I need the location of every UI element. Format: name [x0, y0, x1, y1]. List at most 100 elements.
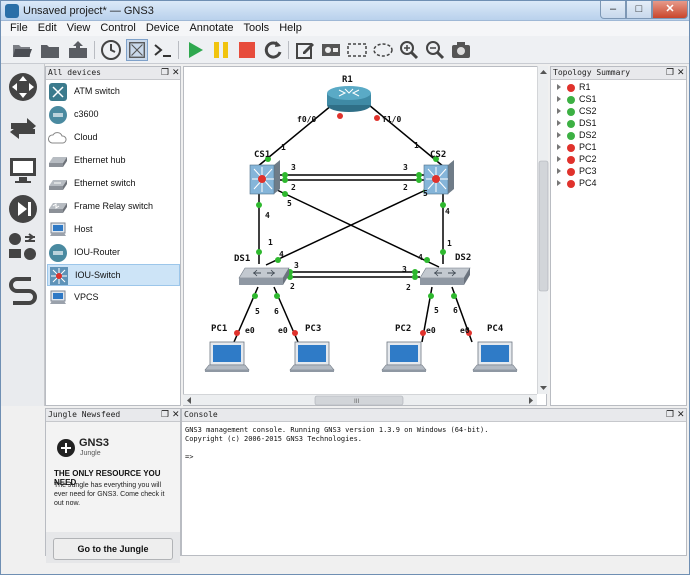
suspend-icon[interactable] [210, 39, 232, 61]
stop-icon[interactable] [236, 39, 258, 61]
image-icon[interactable] [320, 39, 342, 61]
note-icon[interactable] [294, 39, 316, 61]
device-vpcs[interactable]: VPCS [47, 287, 180, 309]
close-panel-icon[interactable]: ✕ [172, 409, 180, 421]
menu-view[interactable]: View [62, 21, 96, 35]
port-label: 4 [418, 253, 423, 262]
all-devices-panel: All devices ❐ ✕ ATM switch c3600 Cloud E… [45, 66, 181, 406]
expand-arrow-icon[interactable] [557, 156, 561, 162]
float-panel-icon[interactable]: ❐ [666, 409, 674, 421]
maximize-button[interactable]: □ [626, 1, 652, 19]
close-panel-icon[interactable]: ✕ [677, 67, 685, 79]
canvas-vertical-scrollbar[interactable] [537, 66, 549, 394]
expand-arrow-icon[interactable] [557, 144, 561, 150]
menu-control[interactable]: Control [95, 21, 140, 35]
add-link-icon[interactable] [7, 274, 39, 306]
status-stopped-icon [567, 84, 575, 92]
port-label: 1 [281, 143, 286, 152]
device-host[interactable]: Host [47, 219, 180, 241]
folder-icon[interactable] [39, 39, 61, 61]
show-interface-labels-icon[interactable] [126, 39, 148, 61]
reload-icon[interactable] [262, 39, 284, 61]
expand-arrow-icon[interactable] [557, 96, 561, 102]
console-icon[interactable] [152, 39, 174, 61]
minimize-button[interactable]: – [600, 1, 626, 19]
status-stopped-icon [567, 156, 575, 164]
node-pc4[interactable] [472, 341, 518, 373]
node-pc3[interactable] [289, 341, 335, 373]
ethernet-hub-icon [49, 157, 67, 167]
node-pc1[interactable] [204, 341, 250, 373]
device-label: IOU-Switch [75, 270, 121, 280]
close-button[interactable]: ✕ [652, 1, 688, 19]
topology-canvas[interactable]: R1 CS1 CS2 DS1 DS2 PC1 PC3 PC2 PC4 f0/0 … [183, 66, 547, 406]
canvas-horizontal-scrollbar[interactable]: III [183, 394, 537, 406]
status-running-icon [567, 96, 575, 104]
node-cs2[interactable] [423, 159, 455, 195]
ellipse-icon[interactable] [372, 39, 394, 61]
node-r1[interactable] [327, 86, 371, 112]
export-icon[interactable] [67, 39, 89, 61]
port-label: 2 [291, 183, 296, 192]
device-ethernet-hub[interactable]: Ethernet hub [47, 150, 180, 172]
node-ds1[interactable] [238, 267, 290, 286]
vpcs-icon [50, 290, 66, 304]
port-label: 3 [291, 163, 296, 172]
folder-open-icon[interactable] [11, 39, 33, 61]
expand-arrow-icon[interactable] [557, 168, 561, 174]
node-ds2[interactable] [419, 267, 471, 286]
switches-icon[interactable] [7, 112, 39, 144]
node-label-ds2: DS2 [455, 253, 471, 263]
device-iou-router[interactable]: IOU-Router [47, 242, 180, 264]
float-panel-icon[interactable]: ❐ [666, 67, 674, 79]
device-ethernet-switch[interactable]: Ethernet switch [47, 173, 180, 195]
console-output[interactable]: GNS3 management console. Running GNS3 ve… [185, 426, 488, 462]
close-panel-icon[interactable]: ✕ [172, 67, 180, 79]
port-label: 4 [445, 207, 450, 216]
go-to-jungle-button[interactable]: Go to the Jungle [53, 538, 173, 560]
screenshot-icon[interactable] [450, 39, 472, 61]
menu-edit[interactable]: Edit [33, 21, 62, 35]
device-frame-relay-switch[interactable]: Frame Relay switch [47, 196, 180, 218]
menu-tools[interactable]: Tools [239, 21, 275, 35]
expand-arrow-icon[interactable] [557, 84, 561, 90]
menu-bar: File Edit View Control Device Annotate Tools He… [1, 21, 689, 36]
topology-item-label: PC2 [579, 154, 597, 164]
close-panel-icon[interactable]: ✕ [677, 409, 685, 421]
console-prompt: => [185, 453, 194, 461]
start-icon[interactable] [184, 39, 206, 61]
device-iou-switch[interactable]: IOU-Switch [47, 264, 180, 286]
jungle-ad-banner[interactable]: GNS3 Jungle THE ONLY RESOURCE YOU NEED T… [46, 422, 180, 532]
security-devices-icon[interactable] [7, 193, 39, 225]
port-label: e0 [245, 326, 255, 335]
zoom-in-icon[interactable] [398, 39, 420, 61]
all-devices-icon[interactable] [7, 231, 39, 263]
menu-device[interactable]: Device [141, 21, 185, 35]
device-atm-switch[interactable]: ATM switch [47, 81, 180, 103]
rectangle-icon[interactable] [346, 39, 368, 61]
expand-arrow-icon[interactable] [557, 180, 561, 186]
link-cs1-ds2[interactable] [276, 189, 440, 268]
menu-help[interactable]: Help [274, 21, 307, 35]
topology-drawing[interactable]: R1 CS1 CS2 DS1 DS2 PC1 PC3 PC2 PC4 f0/0 … [184, 67, 547, 406]
expand-arrow-icon[interactable] [557, 132, 561, 138]
port-label: e0 [460, 326, 470, 335]
main-toolbar [1, 36, 689, 64]
node-cs1[interactable] [249, 159, 281, 195]
device-cloud[interactable]: Cloud [47, 127, 180, 149]
menu-annotate[interactable]: Annotate [184, 21, 238, 35]
expand-arrow-icon[interactable] [557, 108, 561, 114]
menu-file[interactable]: File [1, 21, 33, 35]
zoom-out-icon[interactable] [424, 39, 446, 61]
float-panel-icon[interactable]: ❐ [161, 67, 169, 79]
router-icon [49, 106, 67, 124]
snapshot-clock-icon[interactable] [100, 39, 122, 61]
node-label-cs2: CS2 [430, 150, 446, 160]
device-c3600[interactable]: c3600 [47, 104, 180, 126]
expand-arrow-icon[interactable] [557, 120, 561, 126]
float-panel-icon[interactable]: ❐ [161, 409, 169, 421]
routers-icon[interactable] [7, 71, 39, 103]
node-label-ds1: DS1 [234, 254, 250, 264]
node-pc2[interactable] [381, 341, 427, 373]
end-devices-icon[interactable] [7, 154, 39, 186]
